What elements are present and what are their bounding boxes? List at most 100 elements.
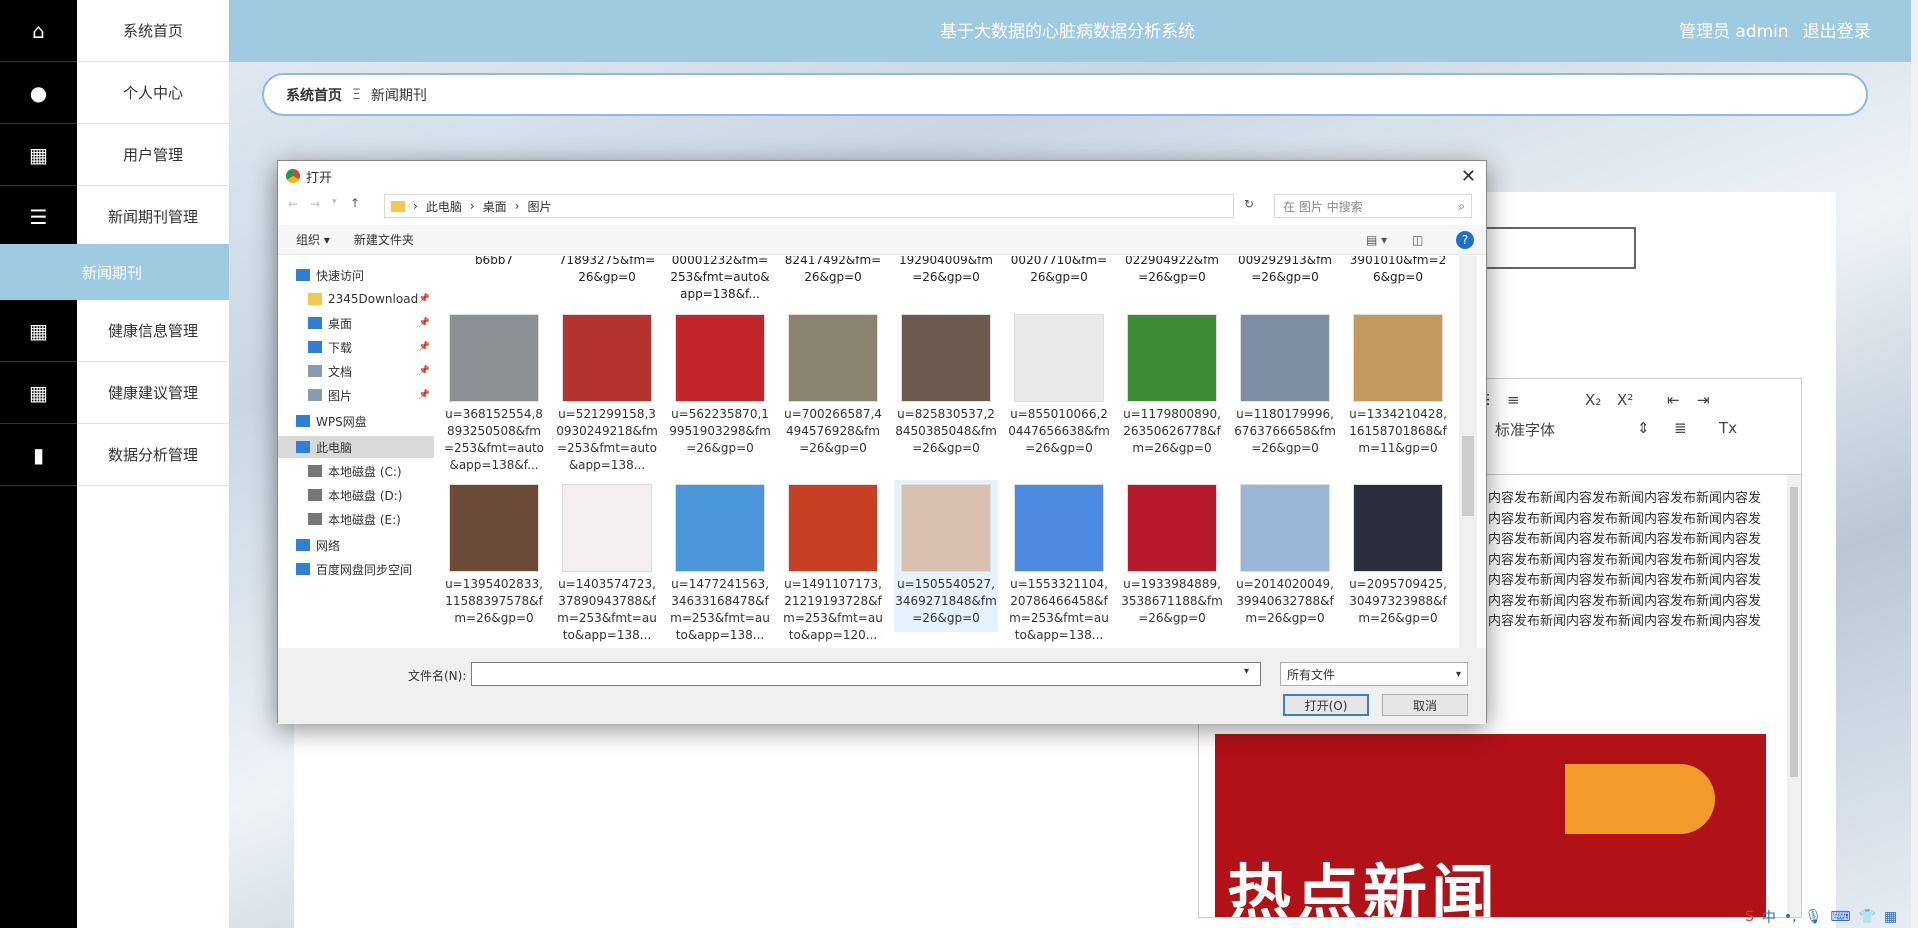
file-item[interactable]: u=521299158,30930249218&fm=253&fmt=auto&… [555, 310, 659, 472]
font-select[interactable]: 标准字体 [1495, 419, 1555, 440]
view-options-icon[interactable]: ▤ ▾ [1366, 233, 1387, 247]
file-caption[interactable]: 192904009&fm=26&gp=0 [894, 256, 998, 286]
tree-item[interactable]: 本地磁盘 (D:) [278, 484, 434, 506]
file-caption[interactable]: 71893275&fm=26&gp=0 [555, 256, 659, 286]
sidebar-item[interactable]: ▦ 健康信息管理 [0, 300, 229, 362]
sidebar-item[interactable]: ▮ 数据分析管理 [0, 424, 229, 486]
tree-item[interactable]: 2345Download 📌 [278, 288, 434, 310]
font-select-arrow-icon[interactable]: ⇕ [1637, 419, 1650, 437]
new-folder-button[interactable]: 新建文件夹 [354, 231, 414, 248]
back-icon[interactable]: ← [288, 197, 298, 211]
file-grid-scrollbar[interactable] [1459, 256, 1477, 648]
sidebar-item[interactable]: ▦ 用户管理 [0, 124, 229, 186]
skin-icon[interactable]: 👕 [1859, 909, 1876, 925]
sidebar-item-active[interactable]: 新闻期刊 [0, 244, 229, 300]
path-segment[interactable]: 桌面 [483, 198, 507, 215]
close-icon[interactable]: ✕ [1461, 166, 1476, 187]
sogou-icon[interactable]: S [1745, 909, 1754, 925]
sidebar-item[interactable]: ● 个人中心 [0, 62, 229, 124]
editor-scrollbar[interactable] [1787, 475, 1801, 917]
ime-mode[interactable]: 中 [1762, 907, 1776, 927]
file-thumbnail [1353, 484, 1443, 572]
file-thumbnail [1127, 484, 1217, 572]
filetype-select[interactable]: 所有文件 ▾ [1280, 662, 1468, 686]
tree-item[interactable]: 本地磁盘 (C:) [278, 460, 434, 482]
file-caption[interactable]: b6bb7 [442, 256, 546, 269]
forward-icon[interactable]: → [310, 197, 320, 211]
tree-item[interactable]: 网络 [278, 534, 434, 556]
file-item[interactable]: u=1477241563,34633168478&fm=253&fmt=auto… [668, 480, 772, 642]
file-item[interactable]: u=1553321104,20786466458&fm=253&fmt=auto… [1007, 480, 1111, 642]
tree-item[interactable]: 文档 📌 [278, 360, 434, 382]
tree-item[interactable]: WPS网盘 [278, 410, 434, 432]
tree-item[interactable]: 下载 📌 [278, 336, 434, 358]
tree-item[interactable]: 桌面 📌 [278, 312, 434, 334]
microphone-icon[interactable]: 🎙 [1805, 909, 1823, 925]
file-item[interactable]: u=1403574723,37890943788&fm=253&fmt=auto… [555, 480, 659, 642]
keyboard-icon[interactable]: ⌨ [1830, 909, 1850, 925]
path-segment[interactable]: 此电脑 [426, 198, 462, 215]
ime-toolbar[interactable]: S 中 •, 🎙 ⌨ 👕 ▦ [1745, 906, 1915, 928]
file-item[interactable]: u=1334210428,16158701868&fm=11&gp=0 [1346, 310, 1450, 472]
sidebar-item[interactable]: ▦ 健康建议管理 [0, 362, 229, 424]
tree-item[interactable]: 本地磁盘 (E:) [278, 508, 434, 530]
file-item[interactable]: u=700266587,4494576928&fm=26&gp=0 [781, 310, 885, 472]
file-caption[interactable]: 022904922&fm=26&gp=0 [1120, 256, 1224, 286]
indent-icon[interactable]: ⇥ [1697, 391, 1710, 409]
file-caption[interactable]: 3901010&fm=26&gp=0 [1346, 256, 1450, 286]
tree-item[interactable]: 百度网盘同步空间 [278, 558, 434, 580]
tools-icon[interactable]: ▦ [1884, 909, 1897, 925]
file-item[interactable]: u=1491107173,21219193728&fm=253&fmt=auto… [781, 480, 885, 642]
unordered-list-icon[interactable]: ≡ [1507, 391, 1520, 409]
title-input[interactable] [1480, 227, 1636, 269]
filename-dropdown-icon[interactable]: ▾ [1244, 666, 1249, 677]
align-icon[interactable]: ≣ [1674, 419, 1687, 437]
file-name: u=1179800890,26350626778&fm=26&gp=0 [1123, 407, 1221, 455]
search-input[interactable]: 在 图片 中搜索 ⌕ [1274, 194, 1472, 218]
file-caption[interactable]: 82417492&fm=26&gp=0 [781, 256, 885, 286]
file-name: u=1933984889,3538671188&fm=26&gp=0 [1121, 577, 1223, 625]
clear-format-icon[interactable]: Tx [1719, 419, 1737, 437]
file-item[interactable]: u=825830537,28450385048&fm=26&gp=0 [894, 310, 998, 472]
address-bar[interactable]: › 此电脑 › 桌面 › 图片 [384, 194, 1234, 218]
recent-dropdown-icon[interactable]: ▾ [332, 197, 337, 207]
search-icon[interactable]: ⌕ [1458, 199, 1465, 214]
file-item[interactable]: u=855010066,20447656638&fm=26&gp=0 [1007, 310, 1111, 472]
file-item[interactable]: u=562235870,19951903298&fm=26&gp=0 [668, 310, 772, 472]
punctuation-icon[interactable]: •, [1784, 909, 1797, 925]
file-item[interactable]: u=2014020049,39940632788&fm=26&gp=0 [1233, 480, 1337, 632]
download-icon [308, 341, 322, 353]
outdent-icon[interactable]: ⇤ [1667, 391, 1680, 409]
sidebar-item[interactable]: ☰ 新闻期刊管理 [0, 186, 229, 248]
refresh-icon[interactable]: ↻ [1244, 197, 1254, 211]
file-item[interactable]: u=1933984889,3538671188&fm=26&gp=0 [1120, 480, 1224, 632]
file-item[interactable]: u=368152554,8893250508&fm=253&fmt=auto&a… [442, 310, 546, 472]
path-segment[interactable]: 图片 [527, 198, 551, 215]
file-item[interactable]: u=1395402833,11588397578&fm=26&gp=0 [442, 480, 546, 632]
subscript-icon[interactable]: X₂ [1585, 391, 1601, 409]
file-item[interactable]: u=1180179996,6763766658&fm=26&gp=0 [1233, 310, 1337, 472]
file-item[interactable]: u=1179800890,26350626778&fm=26&gp=0 [1120, 310, 1224, 472]
tree-item[interactable]: 此电脑 [278, 436, 434, 458]
file-item[interactable]: u=2095709425,30497323988&fm=26&gp=0 [1346, 480, 1450, 632]
file-caption[interactable]: 00001232&fm=253&fmt=auto&app=138&f... [668, 256, 772, 303]
tree-item[interactable]: 图片 📌 [278, 384, 434, 406]
help-icon[interactable]: ? [1456, 230, 1474, 249]
breadcrumb-home[interactable]: 系统首页 [286, 85, 342, 105]
page-scrollbar[interactable] [1911, 0, 1918, 928]
organize-button[interactable]: 组织 ▾ [296, 231, 330, 248]
sidebar-item[interactable]: ⌂ 系统首页 [0, 0, 229, 62]
open-button[interactable]: 打开(O) [1283, 694, 1369, 716]
superscript-icon[interactable]: X² [1617, 391, 1633, 409]
filename-input[interactable] [471, 662, 1261, 686]
file-item[interactable]: u=1505540527,3469271848&fm=26&gp=0 [894, 480, 998, 632]
cancel-button[interactable]: 取消 [1382, 694, 1468, 716]
sync-icon [296, 563, 310, 575]
up-icon[interactable]: ↑ [350, 196, 360, 210]
file-caption[interactable]: 009292913&fm=26&gp=0 [1233, 256, 1337, 286]
preview-pane-icon[interactable]: ◫ [1412, 233, 1423, 247]
file-caption[interactable]: 00207710&fm=26&gp=0 [1007, 256, 1111, 286]
logout-link[interactable]: 退出登录 [1803, 17, 1871, 42]
tree-item[interactable]: 快速访问 [278, 264, 434, 286]
file-grid: b6bb7 71893275&fm=26&gp=0 00001232&fm=253&… [434, 256, 1458, 648]
